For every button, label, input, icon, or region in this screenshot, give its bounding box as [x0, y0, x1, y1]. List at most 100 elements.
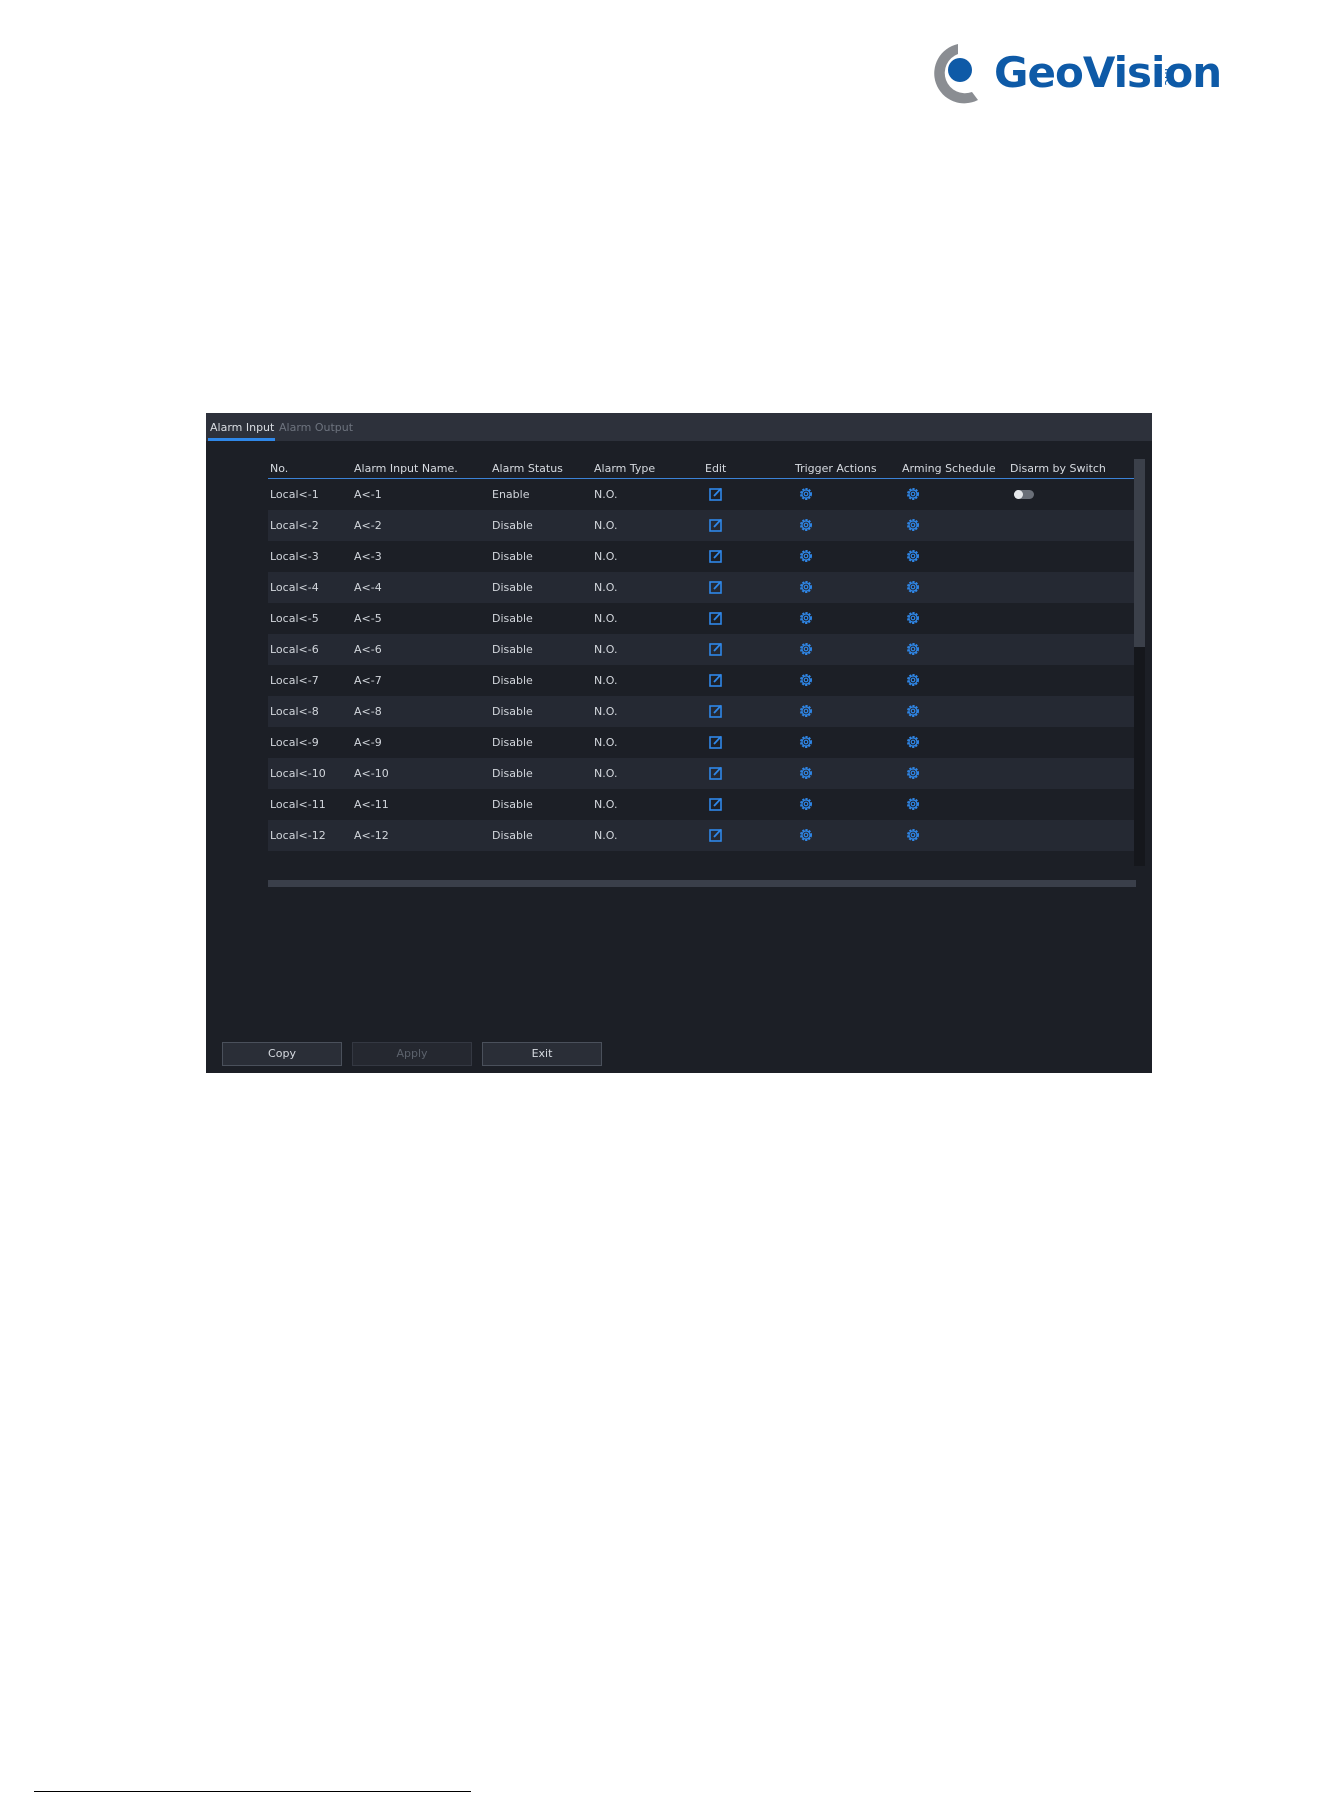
exit-button[interactable]: Exit [482, 1042, 602, 1066]
table-row[interactable]: Local<-5 A<-5 Disable N.O. [268, 603, 1136, 634]
table-row[interactable]: Local<-6 A<-6 Disable N.O. [268, 634, 1136, 665]
edit-icon[interactable] [708, 672, 724, 688]
cell-no: Local<-3 [270, 550, 319, 563]
arming-schedule-gear-icon[interactable] [905, 765, 921, 781]
trigger-actions-gear-icon[interactable] [798, 672, 814, 688]
edit-icon[interactable] [708, 579, 724, 595]
cell-alarm-type: N.O. [594, 674, 618, 687]
cell-alarm-status: Disable [492, 550, 533, 563]
table-row[interactable]: Local<-1 A<-1 Enable N.O. [268, 479, 1136, 511]
edit-icon[interactable] [708, 610, 724, 626]
trigger-actions-gear-icon[interactable] [798, 641, 814, 657]
cell-alarm-input-name: A<-9 [354, 736, 382, 749]
table-row[interactable]: Local<-11 A<-11 Disable N.O. [268, 789, 1136, 820]
edit-icon[interactable] [708, 703, 724, 719]
cell-alarm-input-name: A<-10 [354, 767, 389, 780]
cell-alarm-status: Disable [492, 705, 533, 718]
edit-icon[interactable] [708, 827, 724, 843]
cell-alarm-type: N.O. [594, 767, 618, 780]
column-header-trigger-actions: Trigger Actions [795, 462, 877, 475]
column-header-edit: Edit [705, 462, 727, 475]
arming-schedule-gear-icon[interactable] [905, 827, 921, 843]
cell-no: Local<-7 [270, 674, 319, 687]
arming-schedule-gear-icon[interactable] [905, 703, 921, 719]
cell-alarm-status: Disable [492, 519, 533, 532]
arming-schedule-gear-icon[interactable] [905, 517, 921, 533]
arming-schedule-gear-icon[interactable] [905, 641, 921, 657]
partial-table-row [268, 870, 1136, 880]
table-row[interactable]: Local<-7 A<-7 Disable N.O. [268, 665, 1136, 696]
column-header-no: No. [270, 462, 289, 475]
cell-no: Local<-12 [270, 829, 326, 842]
vertical-scrollbar[interactable] [1134, 459, 1145, 866]
edit-icon[interactable] [708, 517, 724, 533]
apply-button[interactable]: Apply [352, 1042, 472, 1066]
tab-alarm-input[interactable]: Alarm Input [210, 421, 274, 434]
table-row[interactable]: Local<-12 A<-12 Disable N.O. [268, 820, 1136, 851]
cell-alarm-status: Disable [492, 829, 533, 842]
cell-alarm-input-name: A<-11 [354, 798, 389, 811]
cell-alarm-status: Disable [492, 674, 533, 687]
arming-schedule-gear-icon[interactable] [905, 734, 921, 750]
table-row[interactable]: Local<-2 A<-2 Disable N.O. [268, 510, 1136, 541]
trigger-actions-gear-icon[interactable] [798, 827, 814, 843]
cell-no: Local<-6 [270, 643, 319, 656]
arming-schedule-gear-icon[interactable] [905, 486, 921, 502]
cell-alarm-input-name: A<-4 [354, 581, 382, 594]
edit-icon[interactable] [708, 765, 724, 781]
arming-schedule-gear-icon[interactable] [905, 672, 921, 688]
arming-schedule-gear-icon[interactable] [905, 548, 921, 564]
table-row[interactable]: Local<-10 A<-10 Disable N.O. [268, 758, 1136, 789]
toggle-knob [1014, 490, 1023, 499]
trigger-actions-gear-icon[interactable] [798, 548, 814, 564]
cell-alarm-status: Enable [492, 488, 530, 501]
alarm-input-table: No. Alarm Input Name. Alarm Status Alarm… [268, 459, 1146, 887]
disarm-by-switch-toggle[interactable] [1014, 490, 1034, 499]
table-row[interactable]: Local<-4 A<-4 Disable N.O. [268, 572, 1136, 603]
edit-icon[interactable] [708, 486, 724, 502]
tab-alarm-output[interactable]: Alarm Output [279, 421, 353, 434]
trigger-actions-gear-icon[interactable] [798, 765, 814, 781]
trigger-actions-gear-icon[interactable] [798, 610, 814, 626]
vertical-scrollbar-thumb[interactable] [1134, 459, 1145, 647]
table-row[interactable]: Local<-9 A<-9 Disable N.O. [268, 727, 1136, 758]
arming-schedule-gear-icon[interactable] [905, 796, 921, 812]
cell-no: Local<-9 [270, 736, 319, 749]
horizontal-scrollbar[interactable] [268, 880, 1136, 887]
trigger-actions-gear-icon[interactable] [798, 517, 814, 533]
trigger-actions-gear-icon[interactable] [798, 486, 814, 502]
table-row[interactable]: Local<-3 A<-3 Disable N.O. [268, 541, 1136, 572]
tab-bar: Alarm Input Alarm Output [206, 413, 1152, 441]
trigger-actions-gear-icon[interactable] [798, 703, 814, 719]
cell-no: Local<-5 [270, 612, 319, 625]
geovision-logo: GeoVision inc [918, 38, 1222, 110]
edit-icon[interactable] [708, 796, 724, 812]
cell-no: Local<-8 [270, 705, 319, 718]
copy-button[interactable]: Copy [222, 1042, 342, 1066]
trigger-actions-gear-icon[interactable] [798, 796, 814, 812]
cell-alarm-input-name: A<-5 [354, 612, 382, 625]
arming-schedule-gear-icon[interactable] [905, 579, 921, 595]
cell-alarm-type: N.O. [594, 829, 618, 842]
cell-alarm-type: N.O. [594, 643, 618, 656]
geovision-logo-mark [934, 44, 978, 104]
cell-alarm-status: Disable [492, 612, 533, 625]
edit-icon[interactable] [708, 641, 724, 657]
cell-no: Local<-4 [270, 581, 319, 594]
trigger-actions-gear-icon[interactable] [798, 734, 814, 750]
cell-alarm-type: N.O. [594, 581, 618, 594]
trigger-actions-gear-icon[interactable] [798, 579, 814, 595]
logo-inc: inc [1162, 68, 1176, 86]
table-row[interactable]: Local<-8 A<-8 Disable N.O. [268, 696, 1136, 727]
edit-icon[interactable] [708, 734, 724, 750]
edit-icon[interactable] [708, 548, 724, 564]
cell-alarm-input-name: A<-3 [354, 550, 382, 563]
logo-wordmark: GeoVision [994, 48, 1222, 97]
cell-alarm-type: N.O. [594, 612, 618, 625]
cell-alarm-input-name: A<-8 [354, 705, 382, 718]
cell-no: Local<-11 [270, 798, 326, 811]
column-header-type: Alarm Type [594, 462, 656, 475]
arming-schedule-gear-icon[interactable] [905, 610, 921, 626]
cell-no: Local<-2 [270, 519, 319, 532]
column-header-name: Alarm Input Name. [354, 462, 458, 475]
